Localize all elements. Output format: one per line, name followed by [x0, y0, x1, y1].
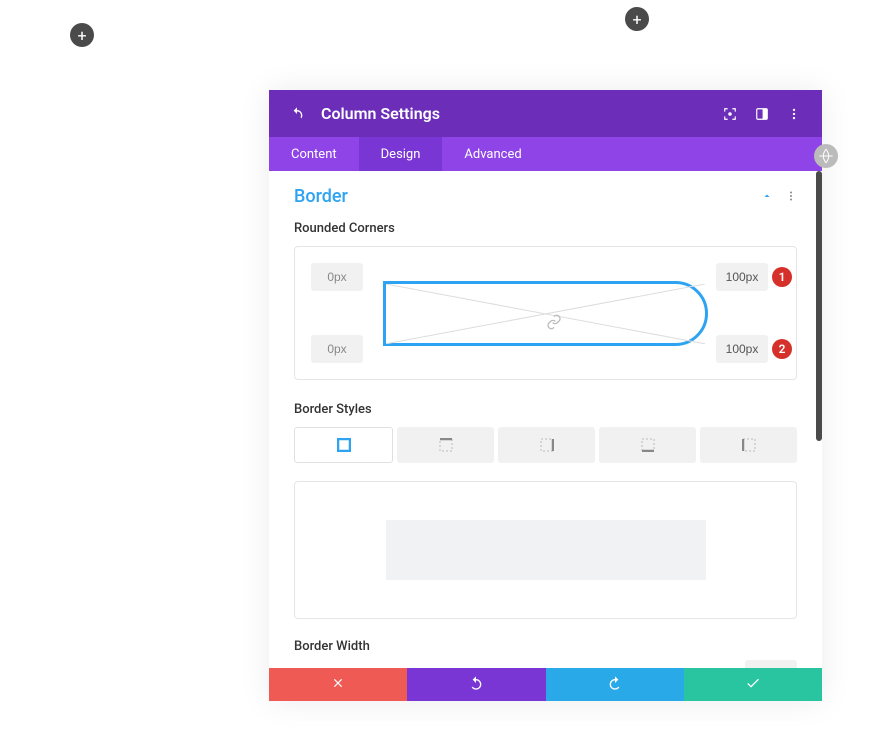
expand-icon[interactable]: [722, 106, 738, 122]
border-width-input[interactable]: [745, 660, 797, 668]
add-module-button-left[interactable]: +: [70, 23, 94, 47]
plus-icon: +: [77, 26, 86, 45]
add-module-button-right[interactable]: +: [625, 7, 649, 31]
border-style-all[interactable]: [294, 427, 393, 463]
rounded-corners-label: Rounded Corners: [294, 221, 797, 236]
scrollbar[interactable]: [816, 171, 822, 441]
corner-top-right-input[interactable]: [716, 263, 768, 291]
modal-title: Column Settings: [321, 104, 722, 123]
tabs: Content Design Advanced: [269, 137, 822, 171]
section-more-icon[interactable]: [785, 187, 797, 206]
modal-body: Border Rounded Corners 1 2: [269, 171, 822, 668]
border-preview-inner: [386, 520, 706, 580]
undo-icon: [468, 675, 484, 695]
corner-top-left-input[interactable]: [311, 263, 363, 291]
panel-icon[interactable]: [754, 106, 770, 122]
plus-icon: +: [632, 10, 641, 29]
tab-content[interactable]: Content: [269, 137, 359, 171]
corner-bottom-right-input[interactable]: [716, 335, 768, 363]
undo-icon[interactable]: [289, 106, 305, 122]
border-style-right[interactable]: [498, 427, 595, 463]
close-icon: [331, 675, 345, 694]
annotation-marker-2: 2: [772, 339, 792, 359]
modal-footer: [269, 668, 822, 701]
section-header: Border: [294, 186, 797, 207]
border-width-label: Border Width: [294, 639, 370, 654]
cancel-button[interactable]: [269, 668, 407, 701]
more-icon[interactable]: [786, 106, 802, 122]
save-button[interactable]: [684, 668, 822, 701]
annotation-marker-1: 1: [772, 267, 792, 287]
tab-advanced[interactable]: Advanced: [442, 137, 543, 171]
column-settings-modal: Column Settings Content Design Advanced …: [269, 90, 822, 701]
redo-icon: [607, 675, 623, 695]
border-style-top[interactable]: [397, 427, 494, 463]
border-style-left[interactable]: [700, 427, 797, 463]
check-icon: [745, 675, 761, 695]
border-style-bottom[interactable]: [599, 427, 696, 463]
globe-icon[interactable]: [814, 144, 838, 168]
redo-button[interactable]: [546, 668, 684, 701]
modal-header: Column Settings: [269, 90, 822, 137]
tab-design[interactable]: Design: [359, 137, 443, 171]
undo-button[interactable]: [407, 668, 545, 701]
corner-preview: [383, 281, 708, 346]
border-preview-box: [294, 481, 797, 619]
border-styles-label: Border Styles: [294, 402, 797, 417]
rounded-corners-control: 1 2: [294, 246, 797, 380]
corner-bottom-left-input[interactable]: [311, 335, 363, 363]
section-title-border[interactable]: Border: [294, 186, 761, 207]
chevron-up-icon[interactable]: [761, 187, 773, 206]
border-styles-row: [294, 427, 797, 463]
